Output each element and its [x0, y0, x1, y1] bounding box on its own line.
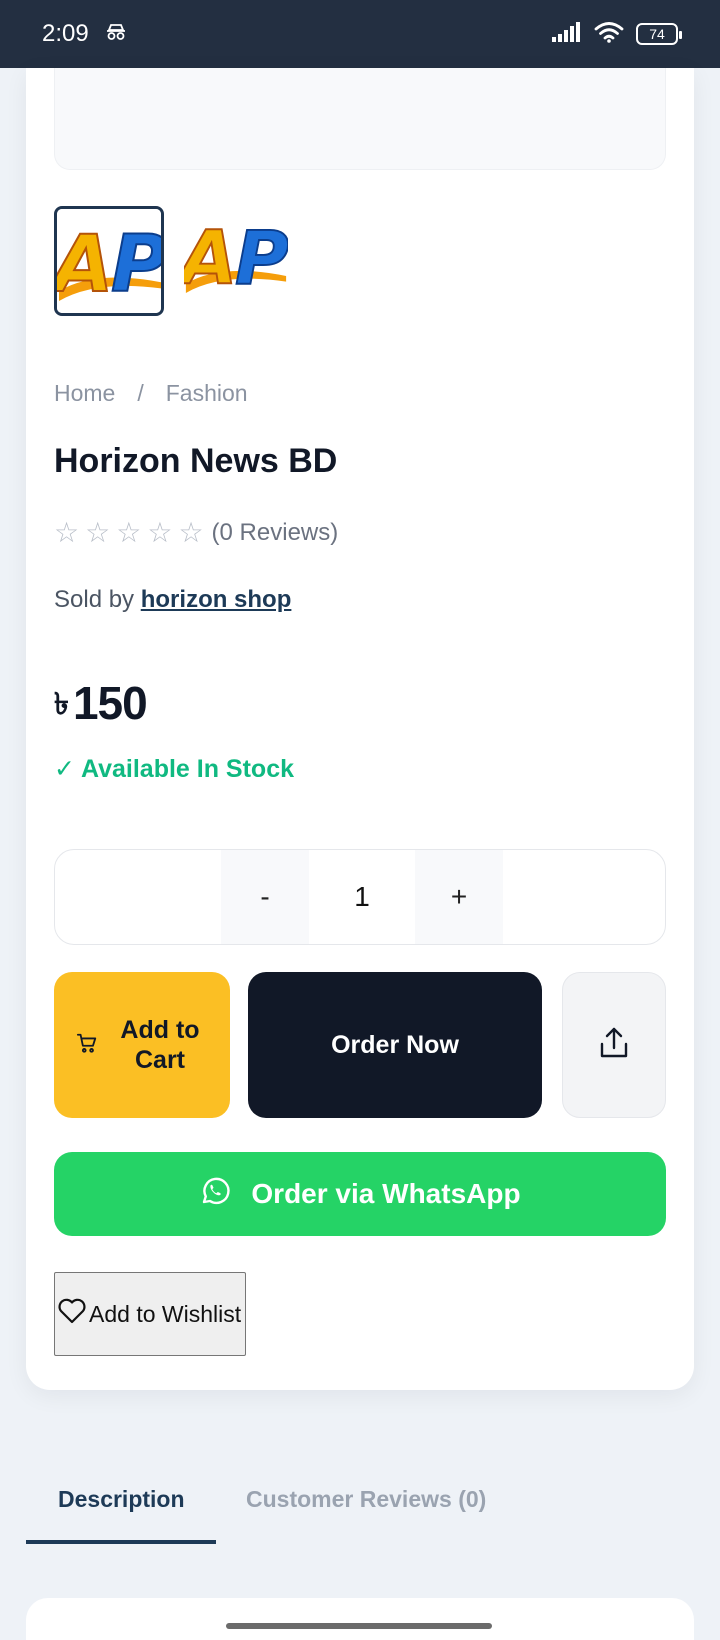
breadcrumb: Home / Fashion	[54, 380, 248, 407]
star-icon: ☆	[85, 517, 111, 548]
star-icon: ☆	[147, 517, 173, 548]
wifi-icon	[594, 21, 624, 48]
thumbnail-1[interactable]: A P	[54, 206, 164, 316]
whatsapp-order-button[interactable]: Order via WhatsApp	[54, 1152, 666, 1236]
add-to-cart-label: Add to Cart	[120, 1016, 200, 1074]
price: ৳ 150	[54, 676, 148, 731]
tab-customer-reviews[interactable]: Customer Reviews (0)	[246, 1486, 486, 1513]
breadcrumb-separator: /	[137, 380, 144, 406]
share-icon	[599, 1026, 629, 1065]
breadcrumb-home[interactable]: Home	[54, 380, 115, 407]
cart-icon	[76, 1032, 98, 1059]
quantity-increase-button[interactable]: +	[415, 850, 503, 944]
currency-symbol: ৳	[54, 688, 69, 721]
tab-content-card	[26, 1598, 694, 1640]
product-tabs: Description Customer Reviews (0)	[26, 1470, 694, 1546]
quantity-decrease-button[interactable]: -	[221, 850, 309, 944]
rating-row: ☆ ☆ ☆ ☆ ☆ (0 Reviews)	[54, 516, 338, 549]
price-amount: 150	[72, 677, 148, 729]
heart-icon	[57, 1297, 87, 1331]
add-to-wishlist-button[interactable]: Add to Wishlist	[54, 1272, 246, 1356]
sold-by: Sold by horizon shop	[54, 586, 291, 614]
order-now-button[interactable]: Order Now	[248, 972, 542, 1118]
status-time: 2:09	[42, 20, 89, 47]
battery-icon: 74	[636, 23, 682, 45]
tab-description[interactable]: Description	[58, 1486, 185, 1513]
main-product-image	[54, 68, 666, 170]
sold-by-prefix: Sold by	[54, 586, 135, 613]
breadcrumb-category[interactable]: Fashion	[166, 380, 248, 407]
star-icon: ☆	[54, 517, 80, 548]
status-right: 74	[552, 21, 682, 48]
rating-stars: ☆ ☆ ☆ ☆ ☆	[54, 516, 204, 549]
reviews-count[interactable]: (0 Reviews)	[212, 519, 339, 547]
svg-text:P: P	[235, 217, 288, 302]
star-icon: ☆	[178, 517, 204, 548]
svg-text:P: P	[111, 220, 164, 310]
quantity-stepper: - 1 +	[54, 849, 666, 945]
ap-logo-image: A P	[57, 209, 164, 313]
seller-link[interactable]: horizon shop	[141, 586, 292, 613]
incognito-icon	[105, 20, 127, 48]
add-to-cart-button[interactable]: Add to Cart	[54, 972, 230, 1118]
active-tab-indicator	[26, 1540, 216, 1544]
product-card: A P A P Home / Fashion Horizon News BD ☆…	[26, 68, 694, 1390]
signal-icon	[552, 21, 582, 47]
ap-logo-image: A P	[184, 206, 288, 310]
stock-status: ✓ Available In Stock	[54, 755, 295, 783]
svg-text:A: A	[57, 220, 113, 310]
status-left: 2:09	[42, 20, 127, 48]
share-button[interactable]	[562, 972, 666, 1118]
product-title: Horizon News BD	[54, 442, 338, 480]
quantity-value[interactable]: 1	[309, 850, 415, 944]
star-icon: ☆	[116, 517, 142, 548]
battery-level: 74	[649, 26, 665, 42]
status-bar: 2:09 74	[0, 0, 720, 68]
whatsapp-icon	[199, 1175, 231, 1214]
whatsapp-label: Order via WhatsApp	[251, 1178, 521, 1209]
wishlist-label: Add to Wishlist	[89, 1300, 242, 1327]
thumbnail-2[interactable]: A P	[184, 206, 294, 316]
svg-text:A: A	[184, 217, 237, 302]
home-indicator[interactable]	[226, 1623, 492, 1629]
